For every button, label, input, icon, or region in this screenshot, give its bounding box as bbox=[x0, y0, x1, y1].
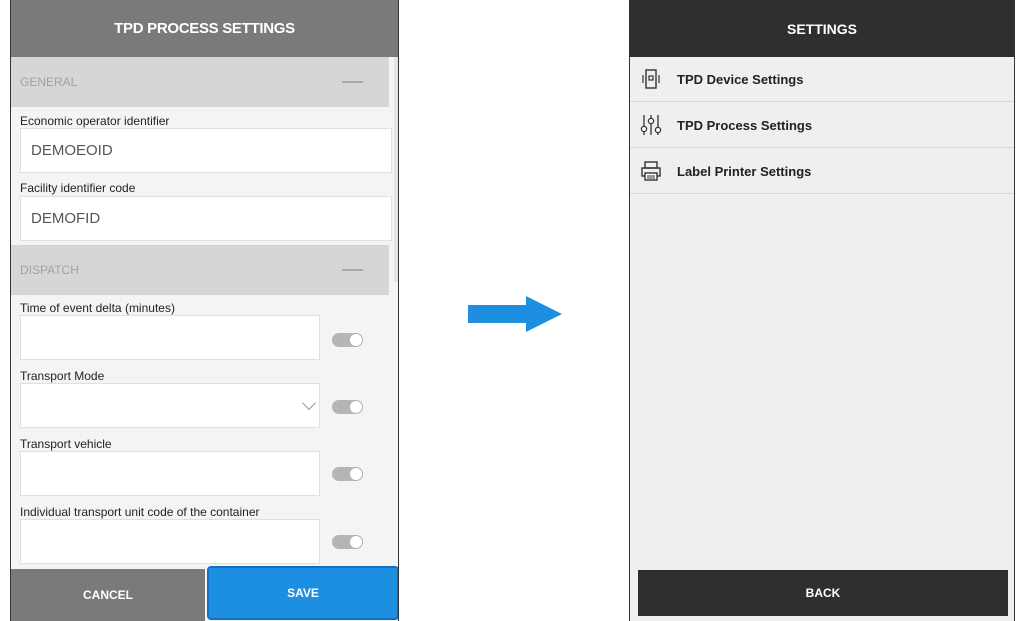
back-button[interactable]: BACK bbox=[638, 570, 1008, 616]
collapse-icon[interactable] bbox=[342, 81, 363, 83]
time-delta-label: Time of event delta (minutes) bbox=[20, 301, 175, 315]
dispatch-section-header[interactable]: DISPATCH bbox=[11, 245, 389, 295]
time-delta-input[interactable] bbox=[20, 315, 320, 360]
settings-screen: SETTINGS TPD Device Settings TPD Process… bbox=[629, 0, 1015, 621]
transport-mode-select[interactable] bbox=[20, 383, 320, 428]
cancel-button[interactable]: CANCEL bbox=[11, 569, 205, 621]
scrollbar[interactable] bbox=[394, 57, 398, 282]
transport-unit-code-input[interactable] bbox=[20, 519, 320, 564]
page-title: SETTINGS bbox=[630, 0, 1014, 57]
device-icon bbox=[642, 69, 660, 89]
menu-item-label-printer-settings[interactable]: Label Printer Settings bbox=[630, 149, 1014, 194]
transport-unit-code-toggle[interactable] bbox=[332, 535, 363, 549]
general-section-header[interactable]: GENERAL bbox=[11, 57, 389, 107]
economic-operator-input[interactable]: DEMOEOID bbox=[20, 128, 392, 173]
transport-mode-toggle[interactable] bbox=[332, 400, 363, 414]
save-button[interactable]: SAVE bbox=[207, 566, 398, 620]
tpd-process-settings-screen: TPD PROCESS SETTINGS GENERAL Economic op… bbox=[10, 0, 399, 621]
time-delta-toggle[interactable] bbox=[332, 333, 363, 347]
menu-item-label: TPD Device Settings bbox=[677, 71, 804, 87]
menu-item-label: TPD Process Settings bbox=[677, 117, 813, 133]
chevron-down-icon[interactable] bbox=[301, 395, 317, 411]
collapse-icon[interactable] bbox=[342, 269, 363, 271]
transport-unit-code-label: Individual transport unit code of the co… bbox=[20, 505, 260, 519]
economic-operator-label: Economic operator identifier bbox=[20, 114, 170, 128]
page-title: TPD PROCESS SETTINGS bbox=[11, 0, 398, 57]
transport-vehicle-label: Transport vehicle bbox=[20, 437, 112, 451]
transport-mode-label: Transport Mode bbox=[20, 369, 105, 383]
toggle-knob bbox=[349, 333, 363, 347]
section-title: DISPATCH bbox=[20, 263, 79, 277]
section-title: GENERAL bbox=[20, 75, 78, 89]
menu-item-tpd-device-settings[interactable]: TPD Device Settings bbox=[630, 57, 1014, 102]
menu-item-label: Label Printer Settings bbox=[677, 163, 812, 179]
transport-vehicle-toggle[interactable] bbox=[332, 467, 363, 481]
toggle-knob bbox=[349, 467, 363, 481]
printer-icon bbox=[641, 161, 661, 181]
facility-identifier-label: Facility identifier code bbox=[20, 181, 136, 195]
sliders-icon bbox=[640, 115, 662, 135]
toggle-knob bbox=[349, 400, 363, 414]
arrow-right-icon bbox=[468, 296, 562, 332]
menu-item-tpd-process-settings[interactable]: TPD Process Settings bbox=[630, 103, 1014, 148]
transport-vehicle-input[interactable] bbox=[20, 451, 320, 496]
facility-identifier-input[interactable]: DEMOFID bbox=[20, 196, 392, 241]
toggle-knob bbox=[349, 535, 363, 549]
